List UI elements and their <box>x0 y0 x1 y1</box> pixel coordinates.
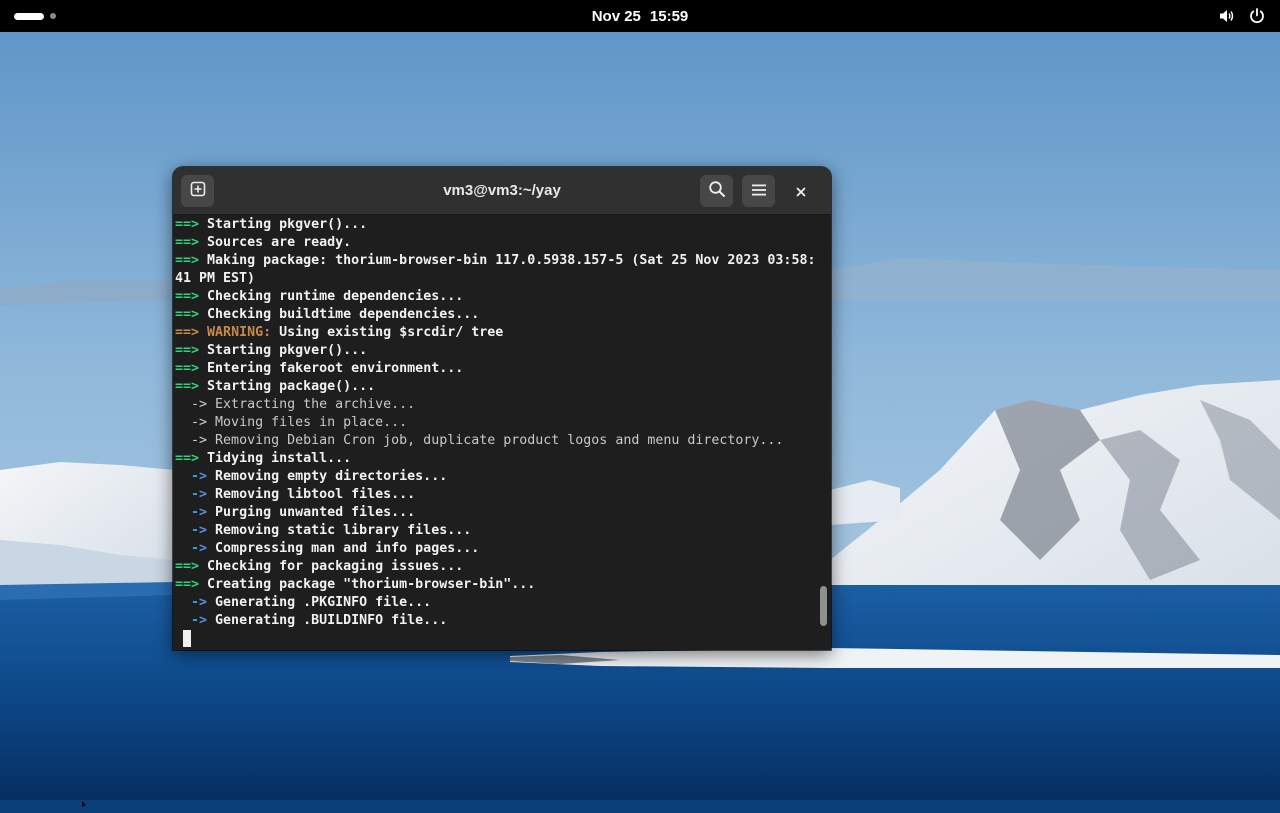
text-cursor <box>183 630 192 647</box>
terminal-line: ==> Starting pkgver()... <box>175 342 819 360</box>
line-text: Removing static library files... <box>215 523 472 538</box>
terminal-window[interactable]: vm3@vm3:~/yay ==> Starting pkgver()... =… <box>173 167 831 650</box>
terminal-line: ==> Starting pkgver()... <box>175 216 819 234</box>
line-prefix: ==> <box>175 379 200 394</box>
line-text: Generating .BUILDINFO file... <box>215 613 448 628</box>
top-bar: Nov 25 15:59 <box>0 0 1280 32</box>
terminal-line: ==> Creating package "thorium-browser-bi… <box>175 576 819 594</box>
new-tab-button[interactable] <box>181 175 214 207</box>
line-prefix: ==> <box>175 559 200 574</box>
line-text: Removing Debian Cron job, duplicate prod… <box>215 433 784 448</box>
line-prefix: ==> <box>175 307 200 322</box>
search-button[interactable] <box>700 175 733 207</box>
terminal-line: -> Purging unwanted files... <box>175 504 819 522</box>
line-text: Tidying install... <box>207 451 352 466</box>
line-prefix: -> <box>175 595 208 610</box>
window-title: vm3@vm3:~/yay <box>443 182 561 199</box>
terminal-headerbar[interactable]: vm3@vm3:~/yay <box>173 167 831 215</box>
line-text: Purging unwanted files... <box>215 505 416 520</box>
line-text: Entering fakeroot environment... <box>207 361 464 376</box>
line-prefix: -> <box>175 397 208 412</box>
line-prefix: -> <box>175 541 208 556</box>
search-icon <box>708 180 726 202</box>
system-tray[interactable] <box>1218 6 1266 26</box>
line-prefix: ==> <box>175 253 200 268</box>
line-text: Extracting the archive... <box>215 397 416 412</box>
line-text: Checking for packaging issues... <box>207 559 464 574</box>
terminal-line: ==> Checking for packaging issues... <box>175 558 819 576</box>
terminal-line: ==> Starting package()... <box>175 378 819 396</box>
terminal-line: -> Removing libtool files... <box>175 486 819 504</box>
line-prefix: -> <box>175 523 208 538</box>
terminal-line: -> Generating .BUILDINFO file... <box>175 612 819 630</box>
terminal-line: -> Moving files in place... <box>175 414 819 432</box>
line-text: 41 PM EST) <box>175 271 256 286</box>
line-text: Removing empty directories... <box>215 469 448 484</box>
line-text: Generating .PKGINFO file... <box>215 595 432 610</box>
clock-time: 15:59 <box>649 7 689 25</box>
line-text: Compressing man and info pages... <box>215 541 480 556</box>
terminal-line: -> Compressing man and info pages... <box>175 540 819 558</box>
hamburger-menu-icon <box>751 182 767 201</box>
scrollbar[interactable] <box>817 215 831 650</box>
line-prefix: ==> <box>175 217 200 232</box>
line-prefix: -> <box>175 505 208 520</box>
main-menu-button[interactable] <box>742 175 775 207</box>
terminal-line: ==> Sources are ready. <box>175 234 819 252</box>
line-text: Starting package()... <box>207 379 376 394</box>
power-icon[interactable] <box>1248 7 1266 25</box>
terminal-line: -> Removing static library files... <box>175 522 819 540</box>
clock-date: Nov 25 <box>591 7 641 25</box>
line-prefix: ==> <box>175 235 200 250</box>
line-text: Sources are ready. <box>207 235 352 250</box>
prompt-line[interactable] <box>175 630 819 648</box>
volume-icon[interactable] <box>1218 7 1236 25</box>
line-text: Checking buildtime dependencies... <box>207 307 480 322</box>
line-text: Starting pkgver()... <box>207 217 368 232</box>
line-prefix: ==> <box>175 325 200 340</box>
line-text: Checking runtime dependencies... <box>207 289 464 304</box>
line-text: Creating package "thorium-browser-bin"..… <box>207 577 536 592</box>
line-prefix: ==> <box>175 451 200 466</box>
clock-button[interactable]: Nov 25 15:59 <box>592 8 689 25</box>
mouse-pointer <box>82 794 90 807</box>
terminal-line: ==> Making package: thorium-browser-bin … <box>175 252 819 270</box>
terminal-line: -> Extracting the archive... <box>175 396 819 414</box>
clock-area: Nov 25 15:59 <box>0 0 1280 32</box>
line-text: Using existing $srcdir/ tree <box>279 325 504 340</box>
terminal-line: ==> Entering fakeroot environment... <box>175 360 819 378</box>
terminal-line: ==> Tidying install... <box>175 450 819 468</box>
line-text: Removing libtool files... <box>215 487 416 502</box>
terminal-line: ==> Checking runtime dependencies... <box>175 288 819 306</box>
line-prefix: ==> <box>175 343 200 358</box>
terminal-line: ==> Checking buildtime dependencies... <box>175 306 819 324</box>
line-text: Making package: thorium-browser-bin 117.… <box>207 253 816 268</box>
terminal-line: -> Generating .PKGINFO file... <box>175 594 819 612</box>
terminal-output[interactable]: ==> Starting pkgver()... ==> Sources are … <box>173 215 819 650</box>
scrollbar-thumb[interactable] <box>820 586 827 626</box>
line-prefix: ==> <box>175 577 200 592</box>
close-button[interactable] <box>790 180 812 202</box>
line-text: Moving files in place... <box>215 415 408 430</box>
new-tab-icon <box>190 181 206 201</box>
line-text: Starting pkgver()... <box>207 343 368 358</box>
line-prefix: -> <box>175 613 208 628</box>
line-prefix: ==> <box>175 289 200 304</box>
terminal-line: ==> WARNING: Using existing $srcdir/ tre… <box>175 324 819 342</box>
terminal-line: 41 PM EST) <box>175 270 819 288</box>
warning-label: WARNING: <box>207 325 272 340</box>
terminal-line: -> Removing empty directories... <box>175 468 819 486</box>
close-icon <box>796 182 806 201</box>
line-prefix: -> <box>175 433 208 448</box>
line-prefix: -> <box>175 415 208 430</box>
terminal-line: -> Removing Debian Cron job, duplicate p… <box>175 432 819 450</box>
line-prefix: -> <box>175 469 208 484</box>
line-prefix: ==> <box>175 361 200 376</box>
line-prefix: -> <box>175 487 208 502</box>
